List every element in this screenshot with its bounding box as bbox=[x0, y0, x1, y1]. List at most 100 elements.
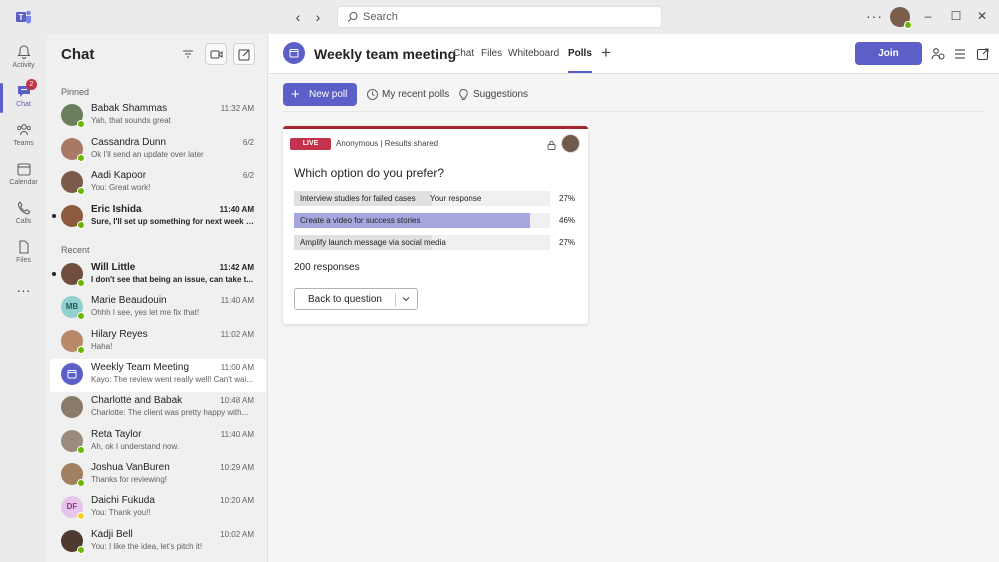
chat-preview: I don't see that being an issue, can tak… bbox=[91, 275, 253, 284]
rail-item-calls[interactable]: Calls bbox=[0, 196, 47, 234]
avatar bbox=[61, 330, 85, 354]
new-chat-button[interactable] bbox=[233, 43, 255, 65]
rail-item-activity[interactable]: Activity bbox=[0, 40, 47, 78]
meeting-title: Weekly team meeting bbox=[314, 46, 457, 62]
chat-name: Babak Shammas bbox=[91, 103, 168, 114]
minimize-icon[interactable]: – bbox=[920, 8, 936, 24]
chat-time: 11:40 AM bbox=[220, 430, 254, 439]
pinned-section-label: Pinned bbox=[61, 87, 90, 97]
chat-row-marie[interactable]: MB Marie Beaudouin 11:40 AM Ohhh I see, … bbox=[50, 292, 266, 325]
poll-option-percent: 46% bbox=[559, 216, 576, 225]
toolbar-divider bbox=[283, 111, 985, 112]
chat-row-eric[interactable]: Eric Ishida 11:40 AM Sure, I'll set up s… bbox=[50, 201, 266, 234]
avatar: DF bbox=[61, 496, 85, 520]
chat-row-babak[interactable]: Babak Shammas 11:32 AM Yah, that sounds … bbox=[50, 100, 266, 133]
lock-icon bbox=[547, 140, 556, 150]
meeting-avatar bbox=[283, 42, 305, 64]
filter-icon[interactable] bbox=[181, 47, 195, 61]
rail-label: Files bbox=[16, 257, 31, 264]
chat-preview: Ok I'll send an update over later bbox=[91, 150, 204, 159]
meet-now-button[interactable] bbox=[205, 43, 227, 65]
new-poll-button[interactable]: + New poll bbox=[283, 83, 357, 106]
presence-available-icon bbox=[77, 479, 85, 487]
chat-preview: Charlotte: The client was pretty happy w… bbox=[91, 408, 249, 417]
close-icon[interactable]: ✕ bbox=[974, 8, 990, 24]
chat-preview: Yah, that sounds great bbox=[91, 116, 171, 125]
chat-row-kadji[interactable]: Kadji Bell 10:02 AM You: I like the idea… bbox=[50, 526, 266, 559]
rail-more-icon[interactable]: ··· bbox=[0, 282, 47, 320]
presence-available-icon bbox=[77, 154, 85, 162]
tab-polls[interactable]: Polls bbox=[568, 48, 592, 73]
rail-label: Calls bbox=[15, 218, 32, 225]
chat-preview: Kayo: The review went really well! Can't… bbox=[91, 375, 253, 384]
rail-label: Chat bbox=[16, 101, 31, 108]
my-recent-polls-link[interactable]: My recent polls bbox=[382, 89, 449, 100]
back-arrow-icon[interactable]: ‹ bbox=[290, 9, 306, 25]
chat-time: 10:20 AM bbox=[220, 496, 254, 505]
svg-text:T: T bbox=[19, 13, 24, 22]
rail-item-files[interactable]: Files bbox=[0, 235, 47, 273]
tab-chat[interactable]: Chat bbox=[453, 48, 474, 59]
chat-row-daichi[interactable]: DF Daichi Fukuda 10:20 AM You: Thank you… bbox=[50, 492, 266, 525]
search-icon bbox=[347, 11, 358, 22]
back-to-question-button[interactable]: Back to question bbox=[294, 288, 418, 310]
chat-row-will[interactable]: Will Little 11:42 AM I don't see that be… bbox=[50, 259, 266, 292]
chat-row-cassandra[interactable]: Cassandra Dunn 6/2 Ok I'll send an updat… bbox=[50, 134, 266, 167]
rail-item-chat[interactable]: 2 Chat bbox=[0, 79, 47, 117]
forward-arrow-icon[interactable]: › bbox=[310, 9, 326, 25]
teams-icon bbox=[16, 124, 31, 136]
search-input[interactable]: Search bbox=[337, 6, 662, 28]
back-to-question-label: Back to question bbox=[308, 294, 382, 305]
chat-row-weekly-meeting[interactable]: Weekly Team Meeting 11:00 AM Kayo: The r… bbox=[50, 359, 266, 392]
chat-name: Joshua VanBuren bbox=[91, 462, 170, 473]
chat-row-reta[interactable]: Reta Taylor 11:40 AM Ah, ok I understand… bbox=[50, 426, 266, 459]
chat-name: Aadi Kapoor bbox=[91, 170, 147, 181]
people-icon[interactable] bbox=[930, 46, 946, 62]
more-options-icon[interactable]: ··· bbox=[866, 8, 883, 24]
tab-files[interactable]: Files bbox=[481, 48, 502, 59]
avatar bbox=[61, 363, 83, 385]
unread-dot-icon bbox=[52, 214, 56, 218]
maximize-icon[interactable]: ☐ bbox=[948, 8, 964, 24]
chat-row-joshua[interactable]: Joshua VanBuren 10:29 AM Thanks for revi… bbox=[50, 459, 266, 492]
rail-label: Calendar bbox=[9, 179, 38, 186]
rail-item-teams[interactable]: Teams bbox=[0, 118, 47, 156]
suggestions-link[interactable]: Suggestions bbox=[473, 89, 528, 100]
tab-whiteboard[interactable]: Whiteboard bbox=[508, 48, 559, 59]
chat-row-charlotte-babak[interactable]: Charlotte and Babak 10:48 AM Charlotte: … bbox=[50, 392, 266, 425]
join-button[interactable]: Join bbox=[855, 42, 922, 65]
list-icon[interactable] bbox=[952, 46, 968, 62]
poll-card: LIVE Anonymous | Results shared Which op… bbox=[283, 126, 588, 324]
chat-row-aadi[interactable]: Aadi Kapoor 6/2 You: Great work! bbox=[50, 167, 266, 200]
chat-name: Charlotte and Babak bbox=[91, 395, 183, 406]
chat-name: Hilary Reyes bbox=[91, 329, 148, 340]
avatar bbox=[61, 205, 85, 229]
avatar bbox=[61, 530, 85, 554]
presence-available-icon bbox=[77, 221, 85, 229]
main-content: Weekly team meeting Chat Files Whiteboar… bbox=[269, 34, 999, 562]
bell-icon bbox=[16, 45, 31, 59]
poll-option-text: Create a video for success stories bbox=[300, 216, 421, 225]
chat-name: Eric Ishida bbox=[91, 204, 142, 215]
add-tab-button[interactable]: + bbox=[601, 44, 611, 61]
avatar bbox=[61, 430, 85, 454]
poll-option: Amplify launch message via social media bbox=[294, 235, 550, 250]
profile-avatar[interactable] bbox=[890, 7, 912, 29]
chat-preview: Ah, ok I understand now. bbox=[91, 442, 180, 451]
chat-time: 11:32 AM bbox=[220, 104, 254, 113]
presence-away-icon bbox=[77, 512, 85, 520]
rail-item-calendar[interactable]: Calendar bbox=[0, 157, 47, 195]
chevron-down-icon[interactable] bbox=[401, 294, 411, 304]
chat-time: 6/2 bbox=[242, 171, 254, 180]
presence-available-icon bbox=[77, 279, 85, 287]
chat-time: 10:29 AM bbox=[220, 463, 254, 472]
meeting-calendar-icon bbox=[289, 49, 299, 58]
chat-name: Will Little bbox=[91, 262, 136, 273]
chat-preview: Ohhh I see, yes let me fix that! bbox=[91, 308, 200, 317]
presence-available-icon bbox=[77, 312, 85, 320]
app-rail: Activity 2 Chat Teams Calendar Calls Fil… bbox=[0, 34, 47, 562]
chat-time: 11:40 AM bbox=[219, 205, 254, 214]
chat-row-hilary[interactable]: Hilary Reyes 11:02 AM Haha! bbox=[50, 326, 266, 359]
pop-out-icon[interactable] bbox=[975, 46, 991, 62]
chat-preview: You: Great work! bbox=[91, 183, 151, 192]
